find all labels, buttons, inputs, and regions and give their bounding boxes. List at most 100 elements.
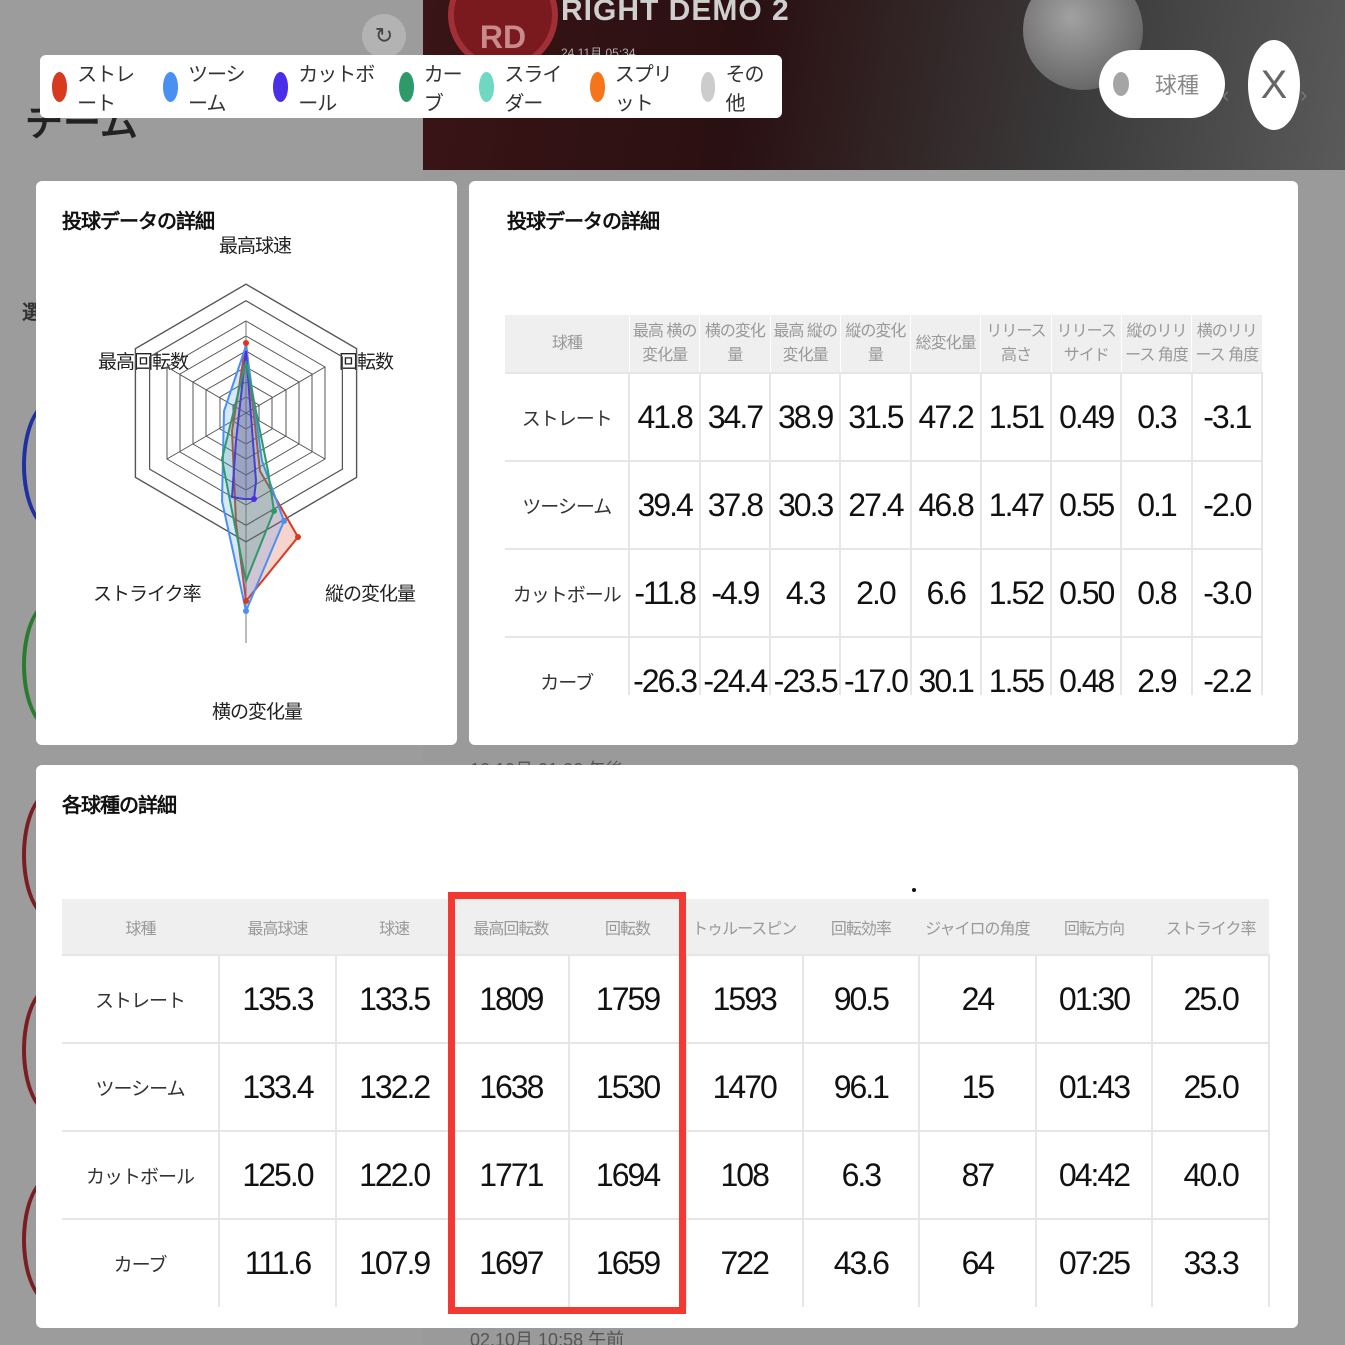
column-header: 回転効率: [802, 899, 920, 955]
legend-dot-icon: [700, 71, 716, 102]
close-button[interactable]: X: [1248, 40, 1300, 130]
column-header: 最高 縦の 変化量: [770, 315, 841, 373]
table-cell: -2.0: [1191, 460, 1263, 549]
column-header: 横の変化量: [699, 315, 771, 373]
table-cell: 2.9: [1121, 636, 1193, 695]
pitch-table-scroll[interactable]: 球種 最高 横の 変化量 横の変化量 最高 縦の 変化量 縦の変化量 総変化量 リリース高さ…: [505, 315, 1263, 695]
legend-dot-icon: [52, 71, 68, 102]
refresh-icon: ↻: [362, 14, 406, 58]
stray-dot: [912, 888, 916, 892]
table-cell: 37.8: [699, 460, 772, 549]
pitch-type-cell: カットボール: [505, 548, 631, 637]
table-cell: 133.5: [335, 954, 454, 1043]
table-cell: 90.5: [802, 954, 921, 1043]
legend-item[interactable]: スライダー: [479, 58, 575, 116]
table-cell: 38.9: [770, 372, 842, 461]
table-cell: -3.0: [1191, 548, 1263, 637]
legend-label: スライダー: [504, 63, 562, 115]
radar-point: [243, 598, 249, 604]
pitch-type-cell: ツーシーム: [62, 1042, 221, 1131]
pitch-data-table: 球種 最高 横の 変化量 横の変化量 最高 縦の 変化量 縦の変化量 総変化量 リリース高さ…: [505, 315, 1263, 695]
legend-label: ストレート: [77, 63, 135, 115]
table-cell: -3.1: [1191, 372, 1263, 461]
table-cell: 125.0: [219, 1130, 337, 1219]
pitch-type-cell: ストレート: [505, 372, 631, 461]
legend-item[interactable]: カットボール: [273, 58, 385, 116]
legend-item[interactable]: カーブ: [398, 58, 466, 116]
table-cell: -23.5: [770, 636, 842, 695]
legend-dot-icon: [398, 71, 414, 102]
table-cell: 64: [919, 1218, 1037, 1307]
radar-point: [281, 518, 287, 524]
column-header: ストライク率: [1152, 899, 1269, 955]
table-cell: 30.3: [770, 460, 842, 549]
table-row: ツーシーム 39.4 37.8 30.3 27.4 46.8 1.47 0.55 0.1 -2.0: [505, 460, 1263, 549]
table-cell: -11.8: [629, 548, 701, 637]
pitch-type-filter[interactable]: 球種: [1099, 50, 1225, 118]
table-cell: 96.1: [802, 1042, 921, 1131]
column-header: 最高球速: [219, 899, 336, 955]
column-header: 球種: [62, 899, 220, 955]
table-cell: 0.55: [1051, 460, 1123, 549]
table-cell: 46.8: [910, 460, 982, 549]
table-row: ストレート 135.3 133.5 1809 1759 1593 90.5 24 01:30 25…: [62, 954, 1270, 1043]
table-cell: 132.2: [335, 1042, 454, 1131]
table-row: カーブ -26.3 -24.4 -23.5 -17.0 30.1 1.55 0.48 2.9 -2…: [505, 636, 1263, 695]
legend-dot-icon: [162, 71, 179, 102]
radar-chart: [134, 283, 358, 643]
legend-item[interactable]: ストレート: [52, 58, 149, 116]
table-cell: 1.51: [980, 372, 1053, 461]
table-row: カットボール 125.0 122.0 1771 1694 108 6.3 87 04:42 40.…: [62, 1130, 1270, 1219]
pitch-detail-card: 各球種の詳細 球種 最高球速 球速 最高回転数 回転数 トゥルースピン 回転効率 ジャイロの角…: [36, 765, 1298, 1328]
pitch-detail-title: 各球種の詳細: [62, 795, 177, 817]
table-row: カットボール -11.8 -4.9 4.3 2.0 6.6 1.52 0.50 0.8 -3.0: [505, 548, 1263, 637]
table-cell: 25.0: [1152, 1042, 1270, 1131]
pitch-type-cell: カーブ: [505, 636, 631, 695]
table-cell: 27.4: [840, 460, 912, 549]
column-header: 横のリリース 角度: [1191, 315, 1263, 373]
radar-point: [251, 496, 257, 502]
table-cell: 1659: [569, 1218, 687, 1307]
table-cell: 0.49: [1051, 372, 1123, 461]
pitch-type-legend: ストレート ツーシーム カットボール カーブ スライダー スプリット その他: [40, 55, 782, 118]
legend-item[interactable]: その他: [700, 58, 768, 116]
table-cell: 1.52: [980, 548, 1053, 637]
legend-label: その他: [725, 63, 764, 115]
legend-label: カーブ: [423, 63, 463, 115]
table-cell: 47.2: [910, 372, 982, 461]
table-cell: 0.8: [1121, 548, 1193, 637]
column-header: 縦のリリース 角度: [1121, 315, 1193, 373]
radar-point: [271, 508, 277, 514]
table-row: ストレート 41.8 34.7 38.9 31.5 47.2 1.51 0.49 0.3 -3.1: [505, 372, 1263, 461]
table-cell: 25.0: [1152, 954, 1270, 1043]
legend-dot-icon: [273, 71, 289, 102]
table-cell: 133.4: [219, 1042, 337, 1131]
table-cell: 43.6: [802, 1218, 921, 1307]
table-cell: 135.3: [219, 954, 337, 1043]
table-cell: 0.50: [1051, 548, 1123, 637]
table-cell: -24.4: [699, 636, 772, 695]
pitch-data-card: 投球データの詳細 球種 最高 横の 変化量 横の変化量 最高 縦の 変化量 縦の変化量総…: [469, 181, 1298, 745]
column-header: 総変化量: [910, 315, 982, 373]
column-header: 最高回転数: [452, 899, 570, 955]
table-cell: 34.7: [699, 372, 772, 461]
table-cell: 2.0: [840, 548, 912, 637]
pitch-data-title: 投球データの詳細: [507, 211, 660, 233]
legend-label: カットボール: [298, 63, 375, 115]
legend-label: スプリット: [614, 63, 673, 115]
table-cell: 0.48: [1051, 636, 1123, 695]
table-cell: 33.3: [1152, 1218, 1270, 1307]
legend-item[interactable]: ツーシーム: [162, 58, 259, 116]
table-cell: 1697: [452, 1218, 571, 1307]
table-cell: 07:25: [1035, 1218, 1154, 1307]
chevron-left-icon[interactable]: ‹: [1222, 82, 1229, 108]
column-header: 球速: [335, 899, 453, 955]
pitch-detail-table: 球種 最高球速 球速 最高回転数 回転数 トゥルースピン 回転効率 ジャイロの角度 回転方向 スト…: [62, 899, 1270, 1307]
table-cell: 6.6: [910, 548, 982, 637]
legend-item[interactable]: スプリット: [589, 58, 687, 116]
table-cell: 1.47: [980, 460, 1053, 549]
chevron-right-icon[interactable]: ›: [1300, 82, 1307, 108]
table-cell: 41.8: [629, 372, 701, 461]
table-cell: 6.3: [802, 1130, 921, 1219]
table-cell: 111.6: [219, 1218, 337, 1307]
